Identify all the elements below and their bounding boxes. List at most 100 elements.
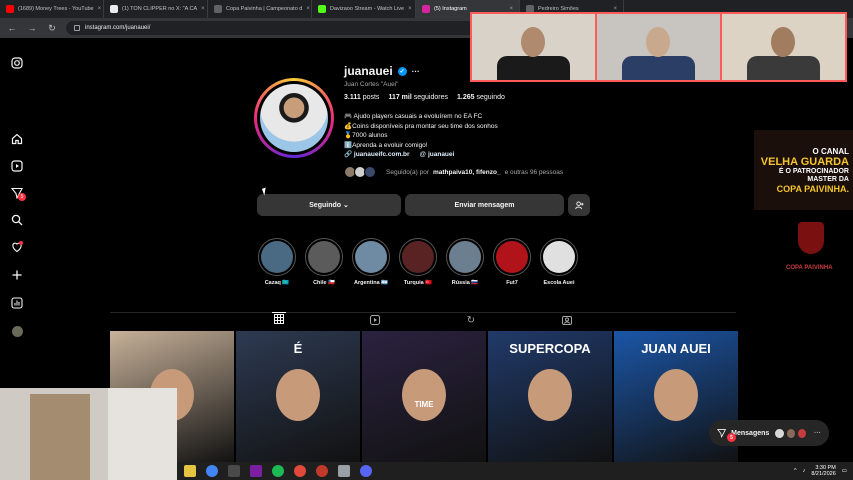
tab-close-icon[interactable]: × <box>306 6 310 12</box>
reels-tab-icon[interactable] <box>368 314 382 326</box>
notification-center-icon[interactable]: ▭ <box>842 468 847 474</box>
highlight-cover <box>493 238 531 276</box>
forward-arrow-icon[interactable]: → <box>26 23 38 33</box>
bio-line: 💰Coins disponíveis pra montar seu time d… <box>344 122 498 130</box>
app-icon[interactable] <box>228 465 240 477</box>
back-arrow-icon[interactable]: ← <box>6 23 18 33</box>
dashboard-icon[interactable] <box>10 296 24 310</box>
posts-tab-grid-icon[interactable] <box>272 312 286 324</box>
browser-tab[interactable]: Copa Paivinha | Campeonato d × <box>208 0 312 18</box>
followed-by-prefix: Seguido(a) por <box>386 168 429 176</box>
tab-title: (1689) Money Trees - YouTube <box>18 6 94 12</box>
copa-paivinha-crest-icon <box>798 222 824 254</box>
highlight-label: Fut7 <box>506 280 518 286</box>
profile-photo <box>260 84 328 152</box>
tab-favicon-icon <box>6 5 14 13</box>
spotify-icon[interactable] <box>272 465 284 477</box>
highlight-cover <box>446 238 484 276</box>
post-person <box>276 369 320 421</box>
home-icon[interactable] <box>10 132 24 146</box>
story-highlight[interactable]: Turquia 🇹🇷 <box>399 238 437 286</box>
browser-tab[interactable]: (1689) Money Trees - YouTube × <box>0 0 104 18</box>
tab-close-icon[interactable]: × <box>408 6 412 12</box>
reposts-tab-icon[interactable]: ↻ <box>464 314 478 326</box>
story-highlight[interactable]: Argentina 🇦🇷 <box>352 238 390 286</box>
clock[interactable]: 3:30 PM 8/21/2026 <box>811 465 835 478</box>
tab-favicon-icon <box>110 5 118 13</box>
mutual-avatar <box>364 166 376 178</box>
followed-by-suffix: e outras 96 pessoas <box>504 168 564 176</box>
story-highlight[interactable]: Rússia 🇷🇺 <box>446 238 484 286</box>
highlight-label: Argentina 🇦🇷 <box>353 280 389 286</box>
reels-icon[interactable] <box>10 159 24 173</box>
sponsor-line: O CANAL <box>812 146 849 156</box>
streamer-room-webcam <box>0 388 177 480</box>
highlight-cover <box>540 238 578 276</box>
file-explorer-icon[interactable] <box>184 465 196 477</box>
heart-icon[interactable] <box>10 240 24 254</box>
more-options-icon[interactable]: ··· <box>412 67 420 76</box>
followed-by[interactable]: Seguido(a) por mathpaiva10, fifenzo_ e o… <box>344 166 563 178</box>
system-tray: ^ ♪ 3:30 PM 8/21/2026 ▭ <box>794 465 853 478</box>
create-plus-icon[interactable] <box>10 268 24 282</box>
following-count[interactable]: 1.265 seguindo <box>457 94 505 101</box>
post-overlay-title: SUPERCOPA <box>509 341 591 356</box>
sponsor-banner: O CANAL VELHA GUARDA É O PATROCINADOR MA… <box>754 130 853 210</box>
bio-line: ℹ️Aprenda a evoluir comigo! <box>344 141 428 149</box>
tab-close-icon[interactable]: × <box>98 6 102 12</box>
chrome-icon[interactable] <box>294 465 306 477</box>
obs-icon[interactable] <box>316 465 328 477</box>
link-icon: 🔗 <box>344 151 353 158</box>
story-highlights: Cazaq 🇰🇿 Chile 🇨🇱 Argentina 🇦🇷 Turquia 🇹🇷 Rú… <box>258 238 578 286</box>
bio-links: 🔗 juanaueifc.com.br @ juanauei <box>344 150 498 160</box>
speaker-icon[interactable]: ♪ <box>803 468 806 474</box>
post-thumbnail[interactable]: É <box>236 331 360 463</box>
profile-username: juanauei <box>344 64 393 78</box>
tagged-tab-icon[interactable] <box>560 314 574 326</box>
chrome-icon[interactable] <box>206 465 218 477</box>
sponsor-event-name: COPA PAIVINHA. <box>776 183 849 194</box>
discord-icon[interactable] <box>360 465 372 477</box>
story-highlight[interactable]: Cazaq 🇰🇿 <box>258 238 296 286</box>
instagram-logo-icon[interactable] <box>10 56 24 70</box>
tab-close-icon[interactable]: × <box>201 6 205 12</box>
url-text: instagram.com/juanauei/ <box>85 25 151 31</box>
messages-label: Mensagens <box>731 429 770 437</box>
followers-count[interactable]: 117 mil seguidores <box>388 94 448 101</box>
story-highlight[interactable]: Escola Auei <box>540 238 578 286</box>
tab-favicon-icon <box>318 5 326 13</box>
browser-tab[interactable]: (1) TON CLIPPER no X: "A CA × <box>104 0 208 18</box>
threads-link[interactable]: @ juanauei <box>420 150 455 160</box>
highlight-cover <box>352 238 390 276</box>
webcam-feed <box>597 14 720 80</box>
highlight-cover <box>399 238 437 276</box>
direct-messages-icon[interactable]: 5 <box>10 186 26 201</box>
webcam-feed <box>472 14 595 80</box>
following-button[interactable]: Seguindo ⌄ <box>257 194 401 216</box>
verified-badge-icon: ✓ <box>397 66 407 76</box>
suggest-people-button[interactable] <box>568 194 590 216</box>
website-link[interactable]: 🔗 juanaueifc.com.br <box>344 150 410 160</box>
followed-by-names: mathpaiva10, fifenzo_ <box>433 168 501 176</box>
post-thumbnail[interactable]: SUPERCOPA <box>488 331 612 463</box>
messages-floating-button[interactable]: 5 Mensagens ··· <box>709 420 829 446</box>
browser-tab[interactable]: Davizaoo Stream - Watch Live × <box>312 0 416 18</box>
story-highlight[interactable]: Chile 🇨🇱 <box>305 238 343 286</box>
site-info-icon[interactable] <box>74 25 80 31</box>
send-message-button[interactable]: Enviar mensagem <box>405 194 564 216</box>
post-thumbnail[interactable]: TIME <box>362 331 486 463</box>
search-icon[interactable] <box>10 213 24 227</box>
highlight-label: Escola Auei <box>543 280 575 286</box>
reload-icon[interactable]: ↻ <box>46 23 58 34</box>
story-highlight[interactable]: Fut7 <box>493 238 531 286</box>
tray-chevron-icon[interactable]: ^ <box>794 468 797 474</box>
profile-avatar-story-ring[interactable] <box>254 78 334 158</box>
app-icon[interactable] <box>250 465 262 477</box>
clock-date: 8/21/2026 <box>811 471 836 477</box>
settings-icon[interactable] <box>338 465 350 477</box>
tab-favicon-icon <box>422 5 430 13</box>
profile-username-row: juanauei ✓ ··· <box>344 64 420 78</box>
messages-more-icon[interactable]: ··· <box>814 430 821 437</box>
profile-avatar-icon[interactable] <box>10 324 24 338</box>
url-field[interactable]: instagram.com/juanauei/ <box>66 21 516 35</box>
